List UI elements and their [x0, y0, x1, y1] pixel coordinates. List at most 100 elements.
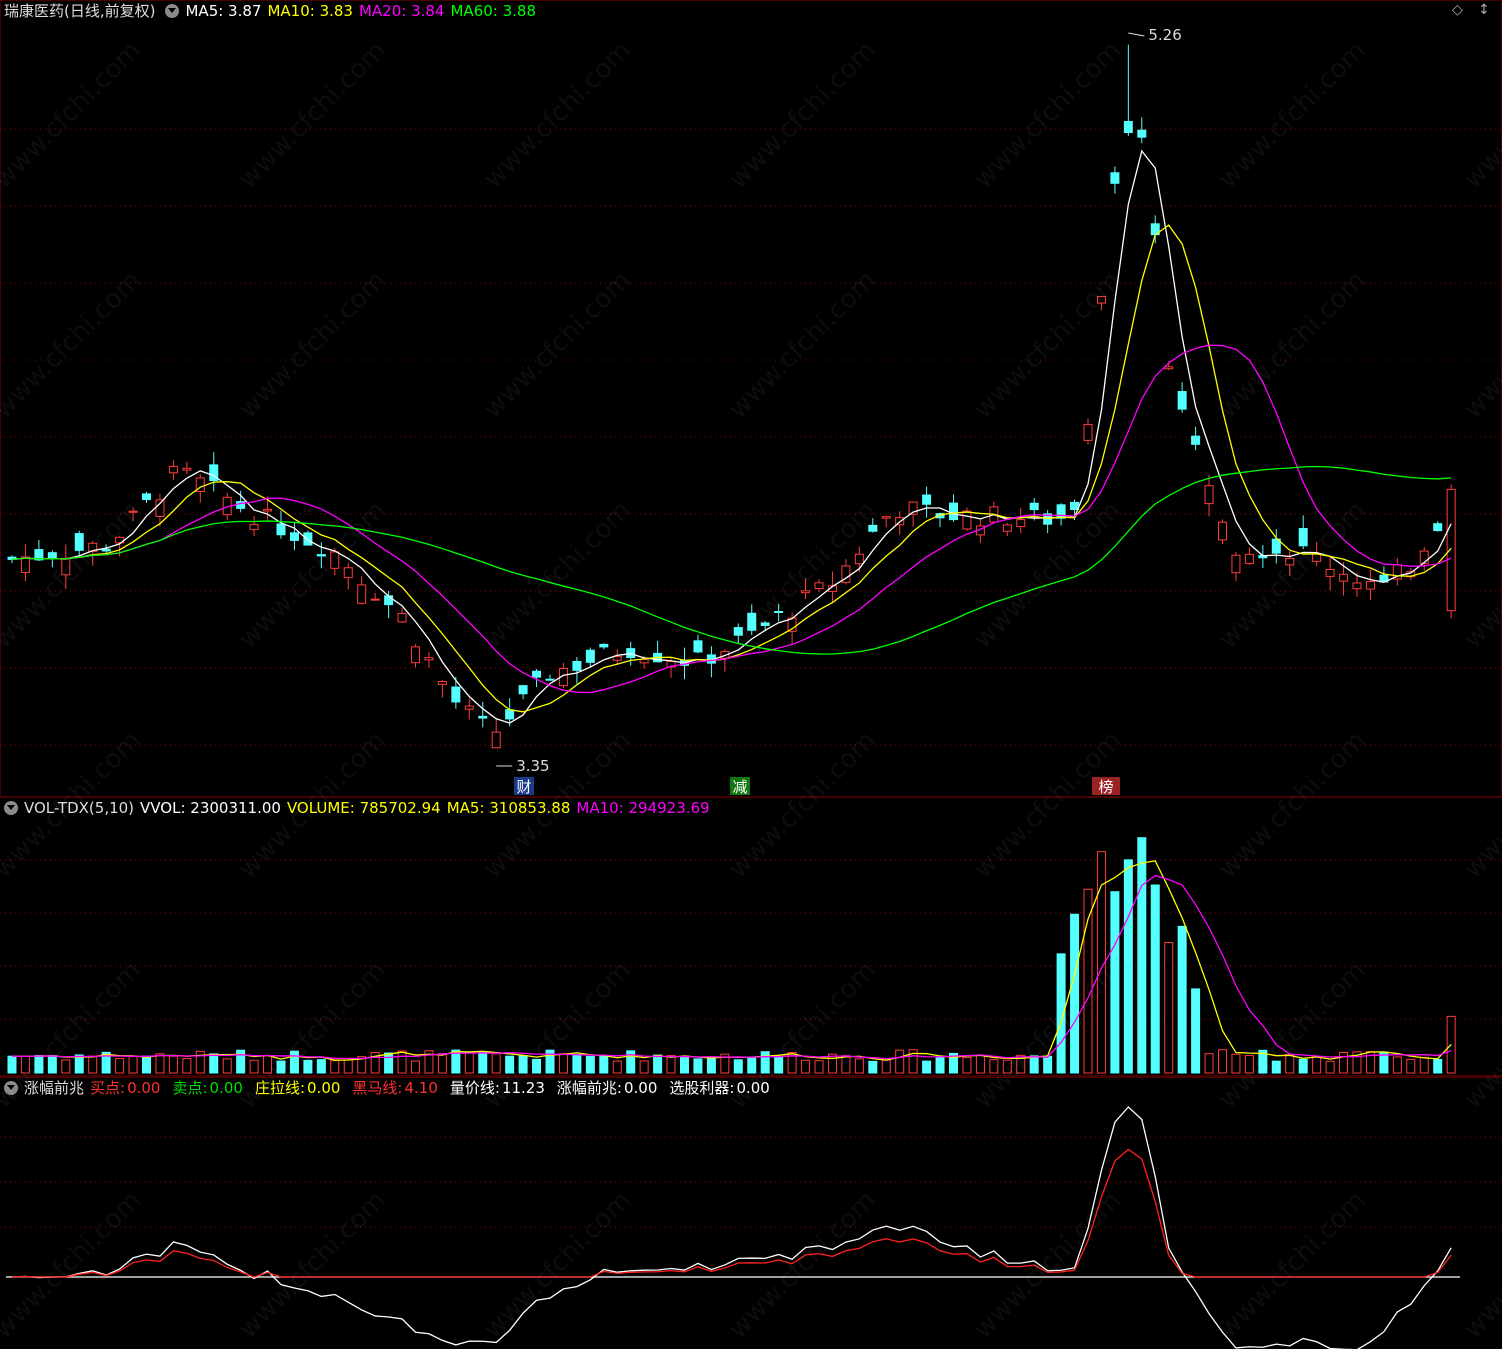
candle-body: [1137, 129, 1147, 138]
volume-bar: [182, 1058, 192, 1074]
candle-body: [1191, 435, 1201, 445]
volume-bar: [115, 1058, 125, 1074]
volume-bar: [303, 1059, 313, 1074]
volume-bar: [572, 1053, 582, 1074]
volume-bar: [437, 1053, 447, 1074]
price-panel[interactable]: 瑞康医药(日线,前复权) MA5: 3.87 MA10: 3.83 MA20: 3.8…: [0, 0, 1502, 797]
volume-bar: [962, 1057, 972, 1074]
volume-bar: [1204, 1053, 1214, 1074]
volume-bar: [1137, 837, 1147, 1074]
candle-body: [1070, 501, 1080, 510]
candle-body: [1339, 573, 1349, 582]
candle-body: [1285, 557, 1295, 566]
volume-bar: [249, 1059, 259, 1074]
candle-body: [316, 554, 326, 557]
volume-bar: [343, 1059, 353, 1074]
candle-body: [168, 465, 178, 474]
candle-body: [155, 499, 165, 517]
volume-bar: [518, 1055, 528, 1074]
candle-body: [962, 510, 972, 530]
candle-body: [357, 584, 367, 604]
candle-body: [1083, 423, 1093, 441]
high-pointer: [1128, 32, 1145, 37]
volume-bar: [680, 1056, 689, 1074]
volume-bar: [1110, 891, 1120, 1074]
volume-bar: [34, 1055, 44, 1074]
volume-bar: [47, 1055, 57, 1074]
vol-ma10-line: [11, 874, 1452, 1060]
candle-body: [411, 646, 420, 664]
volume-chart[interactable]: [0, 797, 1502, 1077]
marker-label: 榜: [1098, 778, 1113, 796]
volume-bar: [733, 1059, 743, 1074]
volume-bar: [1218, 1049, 1227, 1074]
volume-panel[interactable]: VOL-TDX(5,10) VVOL: 2300311.00 VOLUME: 785…: [0, 797, 1502, 1077]
candle-body: [1110, 172, 1120, 184]
candle-body: [276, 523, 286, 536]
candle-body: [1164, 366, 1174, 370]
volume-bar: [236, 1049, 246, 1074]
candle-body: [101, 548, 111, 552]
candle-body: [1433, 523, 1443, 532]
candle-body: [733, 627, 743, 636]
price-chart[interactable]: 5.26 3.35 财 减 榜: [0, 0, 1502, 797]
indicator-chart[interactable]: [0, 1077, 1502, 1349]
candle-body: [491, 731, 501, 749]
volume-bar: [868, 1060, 878, 1074]
volume-bar: [7, 1055, 17, 1074]
volume-bar: [1406, 1058, 1416, 1074]
volume-bar: [1433, 1058, 1443, 1074]
volume-bar: [706, 1057, 716, 1074]
volume-bar: [316, 1059, 326, 1074]
candle-body: [182, 467, 192, 471]
indicator-panel[interactable]: 涨幅前兆 买点: 0.00 卖点: 0.00 庄拉线: 0.00 黑马线: 4.10 量价线: 11…: [0, 1077, 1502, 1349]
candle-body: [585, 649, 595, 663]
volume-bar: [1177, 925, 1187, 1074]
volume-bar: [505, 1055, 515, 1074]
volume-bar: [558, 1053, 568, 1074]
volume-bar: [209, 1053, 219, 1074]
volume-bar: [653, 1054, 663, 1074]
volume-bar: [895, 1049, 905, 1074]
candle-body: [801, 590, 811, 594]
volume-bar: [61, 1059, 71, 1074]
price-frame: [0, 0, 1502, 797]
volume-bar: [1312, 1056, 1322, 1074]
candle-body: [1325, 568, 1335, 577]
candle-body: [868, 524, 878, 532]
marker-label: 减: [732, 778, 747, 796]
volume-bar: [384, 1052, 394, 1074]
candle-body: [437, 680, 447, 685]
volume-bar: [1123, 859, 1133, 1074]
high-price-label: 5.26: [1148, 26, 1181, 44]
volume-bar: [1070, 913, 1080, 1074]
volume-bar: [639, 1060, 649, 1074]
volume-bar: [1392, 1056, 1402, 1074]
volume-bar: [74, 1054, 84, 1074]
candle-body: [949, 502, 958, 521]
volume-bar: [814, 1060, 824, 1074]
candle-body: [74, 533, 84, 551]
candle-body: [61, 557, 71, 576]
candle-body: [854, 553, 864, 565]
dark-horse-line: [11, 1148, 1452, 1278]
volume-bar: [975, 1054, 985, 1074]
volume-bar: [854, 1058, 864, 1074]
volume-price-line: [11, 1106, 1452, 1349]
candle-body: [505, 709, 515, 720]
candle-body: [881, 516, 891, 519]
candle-body: [1352, 582, 1362, 590]
candle-body: [128, 510, 138, 513]
candle-body: [384, 595, 394, 606]
candle-body: [814, 582, 824, 590]
candle-body: [760, 622, 770, 626]
volume-bar: [801, 1059, 811, 1074]
volume-bar: [289, 1050, 299, 1074]
volume-bar: [411, 1060, 420, 1074]
candle-body: [20, 556, 30, 574]
volume-bar: [1002, 1059, 1012, 1074]
volume-bar: [881, 1059, 891, 1074]
candle-body: [545, 678, 555, 681]
candle-body: [1056, 504, 1066, 519]
candle-body: [1419, 550, 1429, 564]
